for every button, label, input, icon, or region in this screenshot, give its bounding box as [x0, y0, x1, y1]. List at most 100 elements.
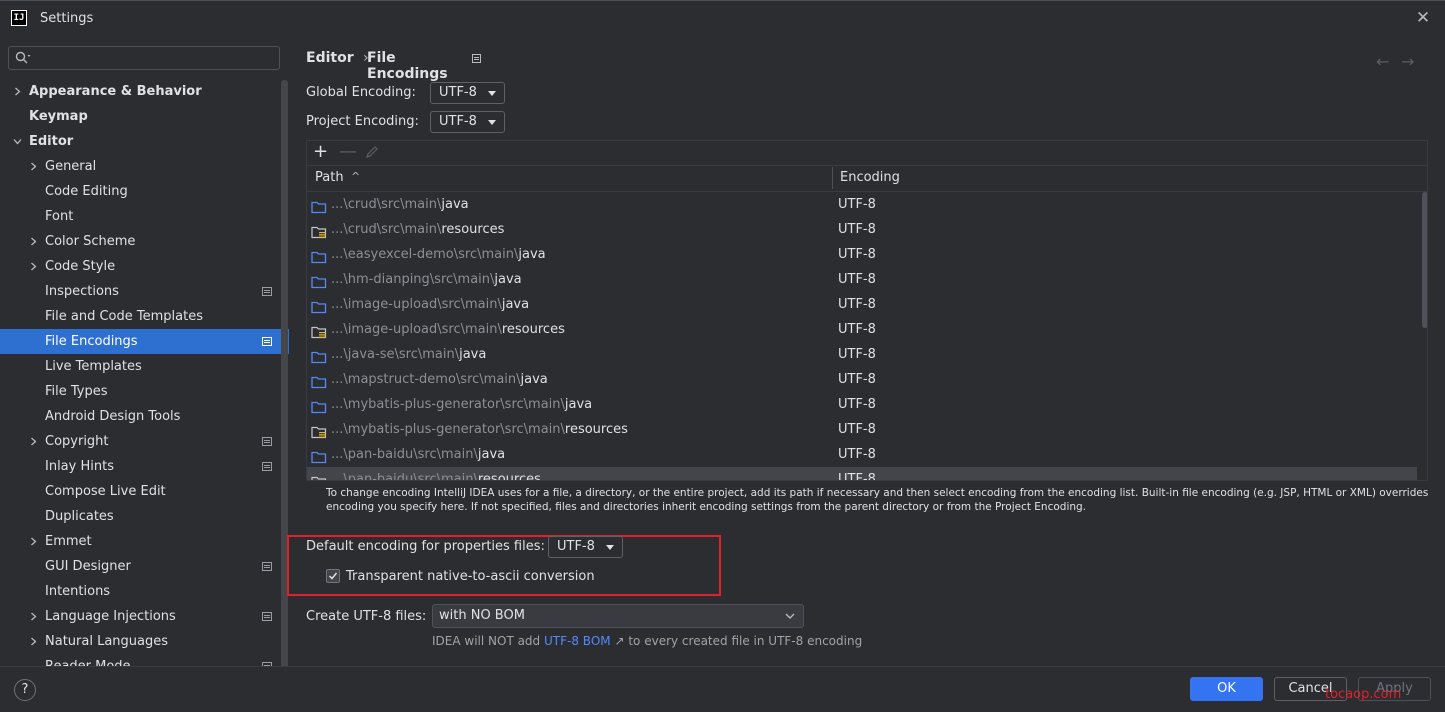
sidebar-item[interactable]: File Encodings	[0, 329, 289, 354]
sidebar-item[interactable]: Color Scheme	[0, 229, 289, 254]
chevron-right-icon[interactable]	[29, 537, 38, 546]
chevron-right-icon[interactable]	[29, 612, 38, 621]
global-encoding-select[interactable]: UTF-8	[430, 82, 505, 104]
sidebar-item[interactable]: Language Injections	[0, 604, 289, 629]
properties-encoding-select[interactable]: UTF-8	[548, 536, 623, 558]
row-path: ...\crud\src\main\java	[331, 192, 469, 217]
sidebar-item-label: Font	[45, 209, 74, 224]
search-input[interactable]	[39, 49, 273, 69]
table-row[interactable]: ...\hm-dianping\src\main\java UTF-8	[307, 267, 1417, 292]
bom-select[interactable]: with NO BOM	[432, 604, 804, 628]
chevron-right-icon[interactable]	[29, 437, 38, 446]
row-path: ...\pan-baidu\src\main\java	[331, 442, 505, 467]
settings-search-box[interactable]	[8, 46, 280, 70]
chevron-down-icon[interactable]	[13, 137, 22, 146]
sidebar-item[interactable]: Duplicates	[0, 504, 289, 529]
row-encoding[interactable]: UTF-8	[838, 467, 876, 480]
table-row[interactable]: ...\mapstruct-demo\src\main\java UTF-8	[307, 367, 1417, 392]
row-path-folder: resources	[441, 222, 505, 237]
sidebar-item[interactable]: Inlay Hints	[0, 454, 289, 479]
table-row[interactable]: ...\easyexcel-demo\src\main\java UTF-8	[307, 242, 1417, 267]
row-encoding[interactable]: UTF-8	[838, 242, 876, 267]
sidebar-item-label: Duplicates	[45, 509, 114, 524]
sidebar-item[interactable]: GUI Designer	[0, 554, 289, 579]
table-row[interactable]: ...\pan-baidu\src\main\resources UTF-8	[307, 467, 1417, 480]
sidebar-item[interactable]: Appearance & Behavior	[0, 79, 289, 104]
chevron-right-icon[interactable]	[29, 262, 38, 271]
remove-icon[interactable]: —	[339, 142, 357, 162]
row-encoding[interactable]: UTF-8	[838, 292, 876, 317]
utf8-bom-link[interactable]: UTF-8 BOM	[544, 634, 611, 648]
chevron-right-icon[interactable]	[29, 237, 38, 246]
sidebar-item[interactable]: Live Templates	[0, 354, 289, 379]
chevron-right-icon[interactable]	[29, 637, 38, 646]
column-header-encoding[interactable]: Encoding	[840, 170, 900, 185]
sidebar-item[interactable]: Code Style	[0, 254, 289, 279]
project-scope-icon	[262, 562, 272, 571]
native-to-ascii-label[interactable]: Transparent native-to-ascii conversion	[346, 569, 595, 584]
sidebar-item[interactable]: Natural Languages	[0, 629, 289, 654]
close-icon[interactable]: ✕	[1414, 9, 1432, 27]
table-row[interactable]: ...\crud\src\main\resources UTF-8	[307, 217, 1417, 242]
sidebar-item[interactable]: Editor	[0, 129, 289, 154]
table-row[interactable]: ...\pan-baidu\src\main\java UTF-8	[307, 442, 1417, 467]
row-path-prefix: ...\hm-dianping\src\main\	[331, 272, 495, 287]
table-row[interactable]: ...\crud\src\main\java UTF-8	[307, 192, 1417, 217]
sidebar-item[interactable]: Reader Mode	[0, 654, 289, 666]
sidebar-item-label: GUI Designer	[45, 559, 131, 574]
forward-arrow-icon[interactable]: →	[1401, 52, 1414, 71]
breadcrumb-editor[interactable]: Editor	[306, 50, 354, 66]
source-folder-icon	[311, 273, 327, 289]
row-path-folder: java	[459, 347, 487, 362]
row-encoding[interactable]: UTF-8	[838, 392, 876, 417]
sidebar-item[interactable]: File and Code Templates	[0, 304, 289, 329]
table-row[interactable]: ...\mybatis-plus-generator\src\main\java…	[307, 392, 1417, 417]
table-row[interactable]: ...\java-se\src\main\java UTF-8	[307, 342, 1417, 367]
sidebar-item[interactable]: Inspections	[0, 279, 289, 304]
add-icon[interactable]: +	[313, 142, 328, 162]
source-folder-icon	[311, 298, 327, 314]
sidebar-item[interactable]: Keymap	[0, 104, 289, 129]
native-to-ascii-checkbox[interactable]	[326, 569, 340, 583]
row-encoding[interactable]: UTF-8	[838, 442, 876, 467]
sidebar-item-label: File Encodings	[45, 334, 138, 349]
sidebar-item[interactable]: File Types	[0, 379, 289, 404]
sidebar-item[interactable]: Code Editing	[0, 179, 289, 204]
table-row[interactable]: ...\image-upload\src\main\resources UTF-8	[307, 317, 1417, 342]
column-header-path[interactable]: Path	[315, 170, 344, 185]
sidebar-item[interactable]: Emmet	[0, 529, 289, 554]
column-divider[interactable]	[832, 167, 833, 189]
table-row[interactable]: ...\mybatis-plus-generator\src\main\reso…	[307, 417, 1417, 442]
sidebar-item[interactable]: General	[0, 154, 289, 179]
resources-folder-icon	[311, 223, 327, 239]
sort-ascending-icon[interactable]: ^	[351, 170, 360, 183]
row-encoding[interactable]: UTF-8	[838, 317, 876, 342]
table-scrollbar[interactable]	[1422, 192, 1427, 328]
row-encoding[interactable]: UTF-8	[838, 267, 876, 292]
row-path-folder: java	[501, 297, 530, 312]
row-encoding[interactable]: UTF-8	[838, 217, 876, 242]
back-arrow-icon[interactable]: ←	[1376, 52, 1389, 71]
ok-button[interactable]: OK	[1190, 677, 1263, 701]
source-folder-icon	[311, 198, 327, 214]
row-path-prefix: ...\mapstruct-demo\src\main\	[331, 372, 521, 387]
dialog-button-bar: ? OK Cancel Apply	[0, 666, 1445, 712]
chevron-right-icon[interactable]	[13, 87, 22, 96]
chevron-right-icon[interactable]	[29, 162, 38, 171]
sidebar-item[interactable]: Compose Live Edit	[0, 479, 289, 504]
sidebar-item[interactable]: Copyright	[0, 429, 289, 454]
resources-folder-icon	[311, 423, 327, 439]
row-encoding[interactable]: UTF-8	[838, 192, 876, 217]
row-encoding[interactable]: UTF-8	[838, 342, 876, 367]
project-scope-icon	[262, 612, 272, 621]
sidebar-item[interactable]: Android Design Tools	[0, 404, 289, 429]
help-button[interactable]: ?	[14, 679, 36, 701]
sidebar-item[interactable]: Intentions	[0, 579, 289, 604]
edit-pencil-icon[interactable]	[365, 145, 379, 159]
path-encoding-table: + — Path ^ Encoding ...\crud\src\main\ja…	[306, 140, 1428, 481]
row-encoding[interactable]: UTF-8	[838, 417, 876, 442]
project-encoding-select[interactable]: UTF-8	[430, 111, 505, 133]
sidebar-item[interactable]: Font	[0, 204, 289, 229]
row-encoding[interactable]: UTF-8	[838, 367, 876, 392]
table-row[interactable]: ...\image-upload\src\main\java UTF-8	[307, 292, 1417, 317]
